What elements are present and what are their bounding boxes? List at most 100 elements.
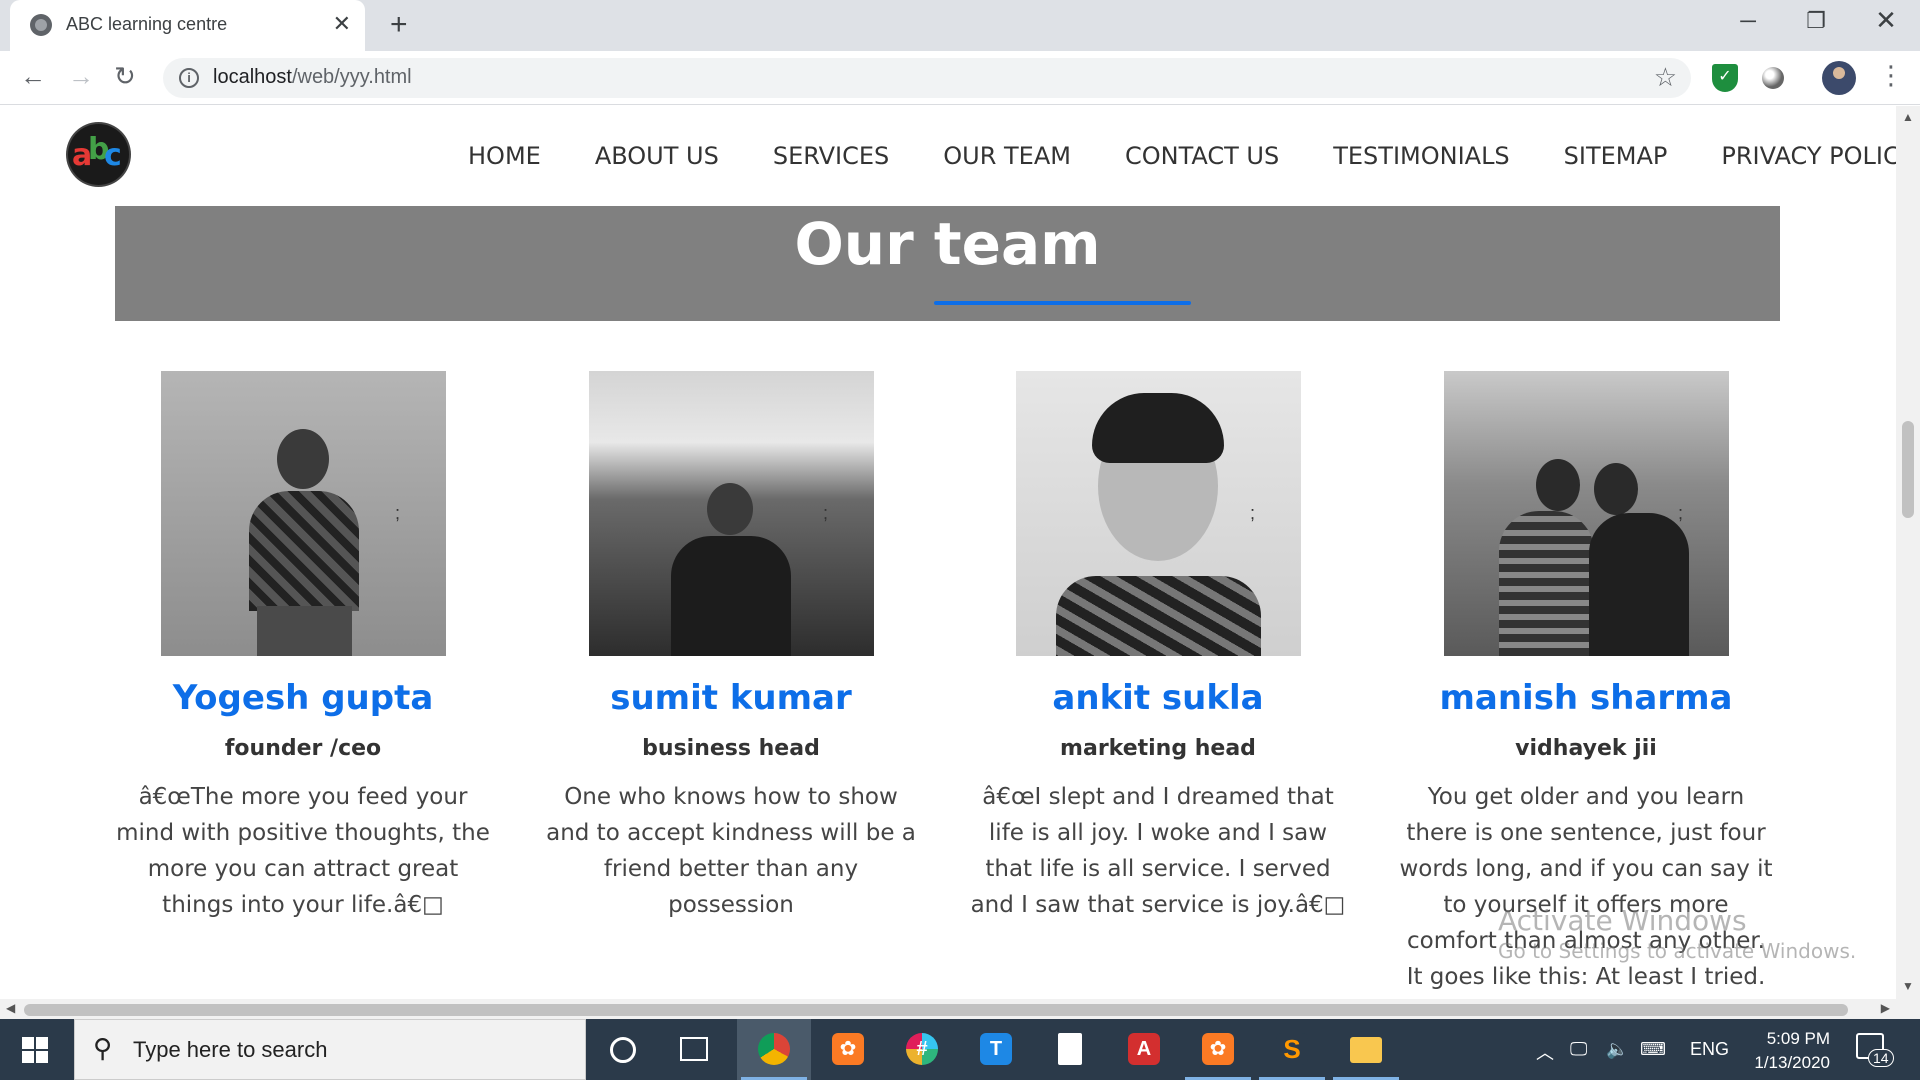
browser-tabstrip: ABC learning centre ✕ + ─ ❐ ✕ [0,0,1920,51]
volume-icon[interactable]: 🔈 [1606,1039,1628,1060]
taskbar-acrobat[interactable]: A [1107,1019,1181,1080]
windows-activation-watermark: Activate Windows Go to Settings to activ… [1498,904,1856,963]
system-clock[interactable]: 5:09 PM 1/13/2020 [1740,1027,1830,1075]
watermark-title: Activate Windows [1498,904,1747,937]
member-photo [1015,371,1301,656]
nav-privacy-policy[interactable]: PRIVACY POLICY [1721,142,1914,170]
notification-count: 14 [1868,1049,1894,1067]
logo-letter-c: c [104,138,122,173]
tab-close-icon[interactable]: ✕ [333,11,351,37]
team-card: ; ankit sukla marketing head â€œI slept … [963,371,1353,923]
clock-time: 5:09 PM [1766,1029,1830,1048]
member-role: vidhayek jii [1515,736,1657,761]
scroll-down-arrow-icon[interactable]: ▼ [1902,979,1914,993]
cortana-icon[interactable] [610,1037,636,1063]
search-placeholder: Type here to search [133,1037,328,1062]
globe-icon [30,14,52,36]
main-nav: HOME ABOUT US SERVICES OUR TEAM CONTACT … [468,142,1914,170]
restore-button[interactable]: ❐ [1793,8,1839,34]
nav-sitemap[interactable]: SITEMAP [1564,142,1668,170]
stray-character: ; [1678,503,1684,523]
keyboard-icon[interactable]: ⌨ [1640,1039,1666,1060]
horizontal-scrollbar[interactable]: ◀ ▶ [0,999,1920,1019]
bookmark-star-icon[interactable]: ☆ [1654,62,1677,93]
forward-arrow-icon[interactable]: → [68,61,94,92]
taskbar-sublime[interactable]: S [1255,1019,1329,1080]
nav-our-team[interactable]: OUR TEAM [943,142,1071,170]
windows-taskbar: ⚲ Type here to search ✿ # T A ✿ S ︿ 🖵 🔈 … [0,1019,1920,1080]
vertical-scrollbar[interactable]: ▲ ▼ [1896,106,1920,999]
scroll-up-arrow-icon[interactable]: ▲ [1902,110,1914,124]
member-photo [1443,371,1729,656]
stray-character: ; [395,503,401,523]
xampp-icon: ✿ [1202,1033,1234,1065]
taskbar-chrome[interactable] [737,1019,811,1080]
member-role: business head [642,736,820,761]
task-view-icon[interactable] [680,1037,708,1061]
network-icon[interactable]: 🖵 [1570,1039,1587,1060]
member-name: ankit sukla [1052,678,1264,718]
url-text[interactable]: localhost/web/yyy.html [213,66,412,89]
horizontal-scroll-thumb[interactable] [24,1004,1848,1016]
back-arrow-icon[interactable]: ← [20,61,46,92]
stray-character: ; [1250,503,1256,523]
browser-toolbar: ← → ↻ i localhost/web/yyy.html ☆ ✓ ⋮ [0,51,1920,105]
scroll-right-arrow-icon[interactable]: ▶ [1881,1001,1890,1015]
slack-icon: # [906,1033,938,1065]
member-photo [588,371,874,656]
member-quote: â€œI slept and I dreamed that life is al… [970,784,1346,918]
search-icon: ⚲ [93,1033,113,1063]
team-card: ; sumit kumar business head One who know… [536,371,926,923]
profile-avatar[interactable] [1822,61,1856,95]
folder-icon [1350,1037,1382,1063]
shield-extension-icon[interactable]: ✓ [1712,64,1738,92]
chrome-icon [758,1033,790,1065]
editor-icon: T [980,1033,1012,1065]
nav-contact-us[interactable]: CONTACT US [1125,142,1279,170]
member-name: sumit kumar [610,678,852,718]
acrobat-icon: A [1128,1033,1160,1065]
team-card: ; Yogesh gupta founder /ceo â€œThe more … [108,371,498,923]
extension-icon[interactable] [1762,67,1784,89]
taskbar-xampp-2[interactable]: ✿ [1181,1019,1255,1080]
taskbar-editor[interactable]: T [959,1019,1033,1080]
browser-tab[interactable]: ABC learning centre ✕ [10,0,365,51]
scroll-left-arrow-icon[interactable]: ◀ [6,1001,15,1015]
taskbar-slack[interactable]: # [885,1019,959,1080]
nav-about-us[interactable]: ABOUT US [595,142,719,170]
menu-dots-icon[interactable]: ⋮ [1878,61,1904,89]
vertical-scroll-thumb[interactable] [1902,421,1914,518]
member-quote: One who knows how to show and to accept … [546,784,916,918]
new-tab-button[interactable]: + [390,8,408,42]
taskbar-file[interactable] [1033,1019,1107,1080]
info-icon[interactable]: i [179,68,199,88]
close-window-button[interactable]: ✕ [1863,5,1909,36]
watermark-subtitle: Go to Settings to activate Windows. [1498,939,1857,963]
nav-services[interactable]: SERVICES [773,142,889,170]
member-name: manish sharma [1439,678,1733,718]
address-bar[interactable]: i localhost/web/yyy.html ☆ [163,58,1691,98]
windows-start-icon[interactable] [22,1037,48,1063]
section-title: Our team [794,210,1101,278]
page-viewport: a b c HOME ABOUT US SERVICES OUR TEAM CO… [0,106,1920,999]
taskbar-xampp[interactable]: ✿ [811,1019,885,1080]
minimize-button[interactable]: ─ [1725,8,1771,34]
language-indicator[interactable]: ENG [1690,1039,1729,1060]
title-underline [934,301,1191,305]
reload-icon[interactable]: ↻ [114,61,136,92]
xampp-icon: ✿ [832,1033,864,1065]
site-logo[interactable]: a b c [68,124,129,185]
member-role: marketing head [1060,736,1256,761]
file-icon [1058,1033,1082,1065]
nav-testimonials[interactable]: TESTIMONIALS [1333,142,1509,170]
member-quote: â€œThe more you feed your mind with posi… [116,784,490,918]
stray-character: ; [823,503,829,523]
nav-home[interactable]: HOME [468,142,541,170]
url-path: /web/yyy.html [291,66,412,88]
taskbar-search-input[interactable]: ⚲ Type here to search [74,1019,586,1080]
member-photo [160,371,446,656]
sublime-icon: S [1276,1033,1308,1065]
member-name: Yogesh gupta [172,678,434,718]
chevron-up-icon[interactable]: ︿ [1536,1039,1554,1065]
taskbar-explorer[interactable] [1329,1019,1403,1080]
